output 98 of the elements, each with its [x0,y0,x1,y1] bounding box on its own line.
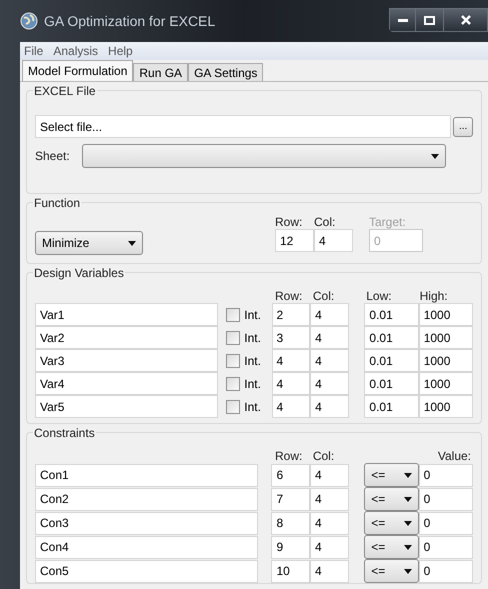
sheet-label: Sheet: [35,149,70,163]
row-field[interactable]: 4 [272,395,310,418]
row-field[interactable]: 12 [275,229,314,252]
low-field[interactable]: 0.01 [364,372,419,395]
variable-name-field[interactable]: Var3 [35,349,218,372]
low-label: Low: [366,289,392,303]
value-field[interactable]: 0 [418,536,473,558]
row-field[interactable]: 6 [271,464,310,486]
target-label: Target: [369,215,406,229]
maximize-icon [424,16,435,24]
high-field[interactable]: 1000 [418,372,473,395]
constraint-name-field[interactable]: Con3 [35,512,258,534]
caret-icon [404,520,412,526]
row-field[interactable]: 4 [272,372,310,395]
col-field[interactable]: 4 [310,326,349,349]
col-field[interactable]: 4 [310,536,349,558]
operator-dropdown[interactable]: <= [364,559,419,583]
row-field[interactable]: 8 [271,512,310,534]
int-label: Int. [244,398,261,416]
tab[interactable]: Run GA [133,63,188,81]
col-label: Col: [312,449,334,463]
variable-name-field[interactable]: Var1 [35,303,218,326]
row-label: Row: [275,289,302,303]
col-field[interactable]: 4 [310,488,349,510]
function-dropdown[interactable]: Minimize [35,231,143,255]
checkbox[interactable] [226,376,240,390]
row-label: Row: [275,215,302,229]
operator-dropdown[interactable]: <= [364,463,419,487]
constraint-name-field[interactable]: Con4 [35,536,258,558]
int-label: Int. [244,352,261,370]
globe-icon [20,12,38,30]
caret-icon [431,154,439,158]
caret-icon [404,544,412,550]
row-field[interactable]: 10 [271,560,310,582]
value-field[interactable]: 0 [418,512,473,534]
value-field[interactable]: 0 [418,488,473,510]
low-field[interactable]: 0.01 [364,349,419,372]
high-label: High: [420,289,448,303]
operator-dropdown[interactable]: <= [364,487,419,511]
close-button[interactable] [444,9,487,31]
col-field[interactable]: 4 [314,229,353,252]
int-label: Int. [244,306,261,324]
browse-button[interactable]: ... [453,116,473,136]
maximize-button[interactable] [416,9,444,31]
high-field[interactable]: 1000 [418,303,473,326]
sheet-dropdown[interactable] [82,144,446,168]
operator-dropdown[interactable]: <= [364,511,419,535]
col-field[interactable]: 4 [310,372,349,395]
minimize-icon [398,18,408,22]
high-field[interactable]: 1000 [418,349,473,372]
low-field[interactable]: 0.01 [364,326,419,349]
tab[interactable]: Model Formulation [22,60,134,81]
menu-item[interactable]: File [24,42,44,60]
caret-icon [404,496,412,502]
value-field[interactable]: 0 [418,464,473,486]
close-icon [460,15,470,25]
int-label: Int. [244,376,261,392]
checkbox[interactable] [226,308,240,322]
value-field[interactable]: 0 [418,560,473,582]
file-field[interactable]: Select file... [35,115,452,138]
low-field[interactable]: 0.01 [364,303,419,326]
constraint-name-field[interactable]: Con1 [35,464,258,486]
menu-item[interactable]: Help [108,42,133,60]
variable-name-field[interactable]: Var4 [35,372,218,395]
col-label: Col: [312,289,334,303]
int-label: Int. [244,330,261,346]
col-field[interactable]: 4 [310,395,349,418]
tab[interactable]: GA Settings [188,63,264,81]
row-field[interactable]: 9 [271,536,310,558]
col-field[interactable]: 4 [310,303,349,326]
minimize-button[interactable] [390,9,416,31]
menu-item[interactable]: Analysis [53,42,98,60]
high-field[interactable]: 1000 [418,326,473,349]
low-field[interactable]: 0.01 [364,395,419,418]
col-label: Col: [314,215,336,229]
constraint-name-field[interactable]: Con2 [35,488,258,510]
window-title: GA Optimization for EXCEL [44,12,216,31]
row-field[interactable]: 4 [272,349,310,372]
col-field[interactable]: 4 [310,560,349,582]
row-label: Row: [275,449,302,463]
row-field[interactable]: 2 [272,303,310,326]
checkbox[interactable] [226,354,240,368]
caret-icon [404,472,412,478]
row-field[interactable]: 7 [271,488,310,510]
caret-icon [128,240,136,246]
variable-name-field[interactable]: Var2 [35,326,218,349]
variable-name-field[interactable]: Var5 [35,395,218,418]
col-field[interactable]: 4 [310,464,349,486]
checkbox[interactable] [226,330,240,344]
row-field[interactable]: 3 [272,326,310,349]
operator-dropdown[interactable]: <= [364,535,419,559]
col-field[interactable]: 4 [310,349,349,372]
col-field[interactable]: 4 [310,512,349,534]
value-label: Value: [438,449,471,463]
high-field[interactable]: 1000 [418,395,473,418]
checkbox[interactable] [226,400,240,414]
caret-icon [404,568,412,574]
constraint-name-field[interactable]: Con5 [35,560,258,582]
